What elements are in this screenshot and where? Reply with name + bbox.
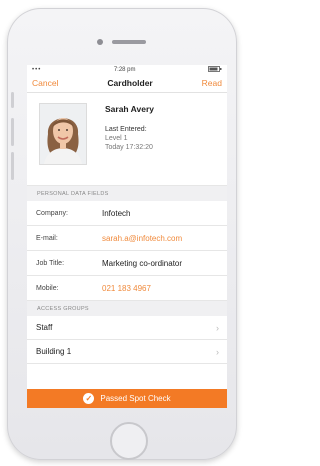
- navigation-bar: Cancel Cardholder Read: [27, 74, 227, 93]
- field-value-company: Infotech: [102, 208, 131, 218]
- battery-icon: [208, 65, 222, 74]
- cancel-button[interactable]: Cancel: [32, 78, 58, 88]
- field-row-job-title: Job Title: Marketing co-ordinator: [27, 251, 227, 276]
- field-row-email: E-mail: sarah.a@infotech.com: [27, 226, 227, 251]
- status-bar: ••• 7:28 pm: [27, 65, 227, 74]
- last-entered-time: Today 17:32:20: [105, 144, 153, 151]
- page-title: Cardholder: [107, 78, 153, 88]
- last-entered-location: Level 1: [105, 135, 128, 142]
- field-label: Company:: [36, 209, 68, 217]
- signal-icon: •••: [32, 66, 42, 73]
- earpiece-speaker: [112, 40, 146, 44]
- field-row-company: Company: Infotech: [27, 201, 227, 226]
- spot-check-status-bar[interactable]: ✓ Passed Spot Check: [27, 389, 227, 408]
- last-entered-label: Last Entered:: [105, 126, 147, 133]
- home-button[interactable]: [110, 422, 148, 460]
- email-link[interactable]: sarah.a@infotech.com: [102, 234, 182, 243]
- access-groups-header: ACCESS GROUPS: [27, 301, 227, 316]
- access-group-building-1[interactable]: Building 1 ›: [27, 340, 227, 364]
- access-group-label: Building 1: [36, 347, 72, 356]
- personal-data-header: PERSONAL DATA FIELDS: [27, 186, 227, 201]
- mute-switch: [11, 92, 14, 108]
- field-row-mobile: Mobile: 021 183 4967: [27, 276, 227, 301]
- field-label: Mobile:: [36, 284, 59, 292]
- profile-card: Sarah Avery Last Entered: Level 1 Today …: [27, 93, 227, 186]
- field-label: Job Title:: [36, 259, 65, 267]
- chevron-right-icon: ›: [216, 346, 219, 357]
- cardholder-name: Sarah Avery: [105, 104, 154, 114]
- field-value-job-title: Marketing co-ordinator: [102, 258, 183, 268]
- volume-down-button: [11, 152, 14, 180]
- access-group-label: Staff: [36, 323, 53, 332]
- cardholder-photo: [39, 103, 87, 165]
- field-label: E-mail:: [36, 234, 58, 242]
- read-button[interactable]: Read: [202, 78, 222, 88]
- volume-up-button: [11, 118, 14, 146]
- status-time: 7:28 pm: [113, 66, 136, 73]
- app-screen: ••• 7:28 pm Cancel Cardholder Read Sarah…: [27, 65, 227, 408]
- chevron-right-icon: ›: [216, 322, 219, 333]
- front-camera: [97, 39, 103, 45]
- check-circle-icon: ✓: [83, 393, 95, 404]
- access-group-staff[interactable]: Staff ›: [27, 316, 227, 340]
- spot-check-status-text: Passed Spot Check: [100, 394, 171, 403]
- mobile-link[interactable]: 021 183 4967: [102, 284, 151, 293]
